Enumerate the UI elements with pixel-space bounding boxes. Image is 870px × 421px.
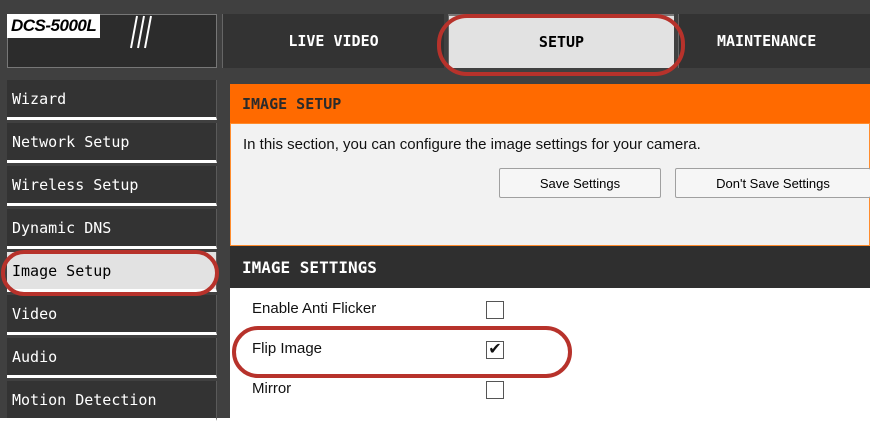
dont-save-settings-button[interactable]: Don't Save Settings <box>675 168 870 198</box>
logo-slashes-icon <box>130 15 152 49</box>
brand-logo: DCS-5000L <box>7 14 101 38</box>
save-settings-button[interactable]: Save Settings <box>499 168 661 198</box>
anti-flicker-checkbox[interactable] <box>486 301 504 319</box>
setting-row-flip-image: Flip Image ✔ <box>230 328 870 368</box>
tab-maintenance[interactable]: MAINTENANCE <box>678 14 870 68</box>
sidebar: Wizard Network Setup Wireless Setup Dyna… <box>0 70 222 421</box>
top-nav-bar: DCS-5000L LIVE VIDEO SETUP MAINTENANCE <box>0 0 870 70</box>
image-settings-list: Enable Anti Flicker Flip Image ✔ Mirror <box>230 288 870 418</box>
sidebar-item-network-setup[interactable]: Network Setup <box>7 123 217 163</box>
sidebar-item-wireless-setup[interactable]: Wireless Setup <box>7 166 217 206</box>
tab-setup[interactable]: SETUP <box>448 14 674 68</box>
sidebar-item-dynamic-dns[interactable]: Dynamic DNS <box>7 209 217 249</box>
flip-image-checkbox[interactable]: ✔ <box>486 341 504 359</box>
flip-image-label: Flip Image <box>252 340 323 357</box>
setting-row-mirror: Mirror <box>230 368 870 408</box>
sidebar-item-audio[interactable]: Audio <box>7 338 217 378</box>
anti-flicker-label: Enable Anti Flicker <box>252 300 377 317</box>
image-setup-title: IMAGE SETUP <box>230 84 870 123</box>
image-setup-description: In this section, you can configure the i… <box>243 136 701 153</box>
image-settings-title: IMAGE SETTINGS <box>230 246 870 288</box>
mirror-checkbox[interactable] <box>486 381 504 399</box>
image-setup-body: In this section, you can configure the i… <box>230 123 870 246</box>
sidebar-item-wizard[interactable]: Wizard <box>7 80 217 120</box>
main-content: IMAGE SETUP In this section, you can con… <box>222 70 870 418</box>
tab-live-video[interactable]: LIVE VIDEO <box>222 14 444 68</box>
mirror-label: Mirror <box>252 380 292 397</box>
setting-row-anti-flicker: Enable Anti Flicker <box>230 288 870 328</box>
sidebar-item-video[interactable]: Video <box>7 295 217 335</box>
image-setup-panel: IMAGE SETUP In this section, you can con… <box>230 84 870 246</box>
sidebar-item-motion-detection[interactable]: Motion Detection <box>7 381 217 421</box>
sidebar-item-image-setup[interactable]: Image Setup <box>7 252 217 292</box>
